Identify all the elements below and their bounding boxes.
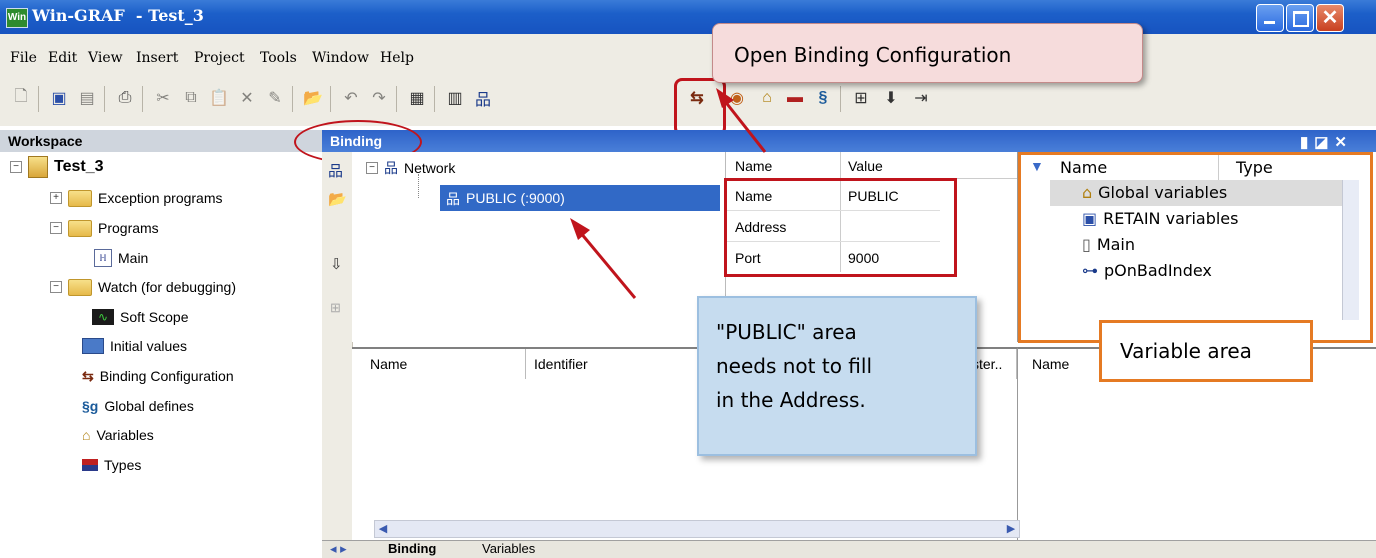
tab-scroll-icon[interactable]: ◂ ▸ <box>330 541 347 557</box>
arrow-head <box>570 218 590 240</box>
arrow-to-public <box>578 231 637 299</box>
tab-strip <box>322 540 1376 558</box>
arrow-head <box>716 88 734 108</box>
scroll-left-icon[interactable]: ◀ <box>374 520 392 538</box>
scroll-right-icon[interactable]: ▶ <box>1002 520 1020 538</box>
tab-binding[interactable]: Binding <box>388 541 436 556</box>
horizontal-scrollbar[interactable] <box>374 520 1020 538</box>
tab-variables[interactable]: Variables <box>482 541 535 556</box>
annotation-arrows <box>570 88 767 299</box>
arrow-to-toolbar <box>722 99 767 153</box>
